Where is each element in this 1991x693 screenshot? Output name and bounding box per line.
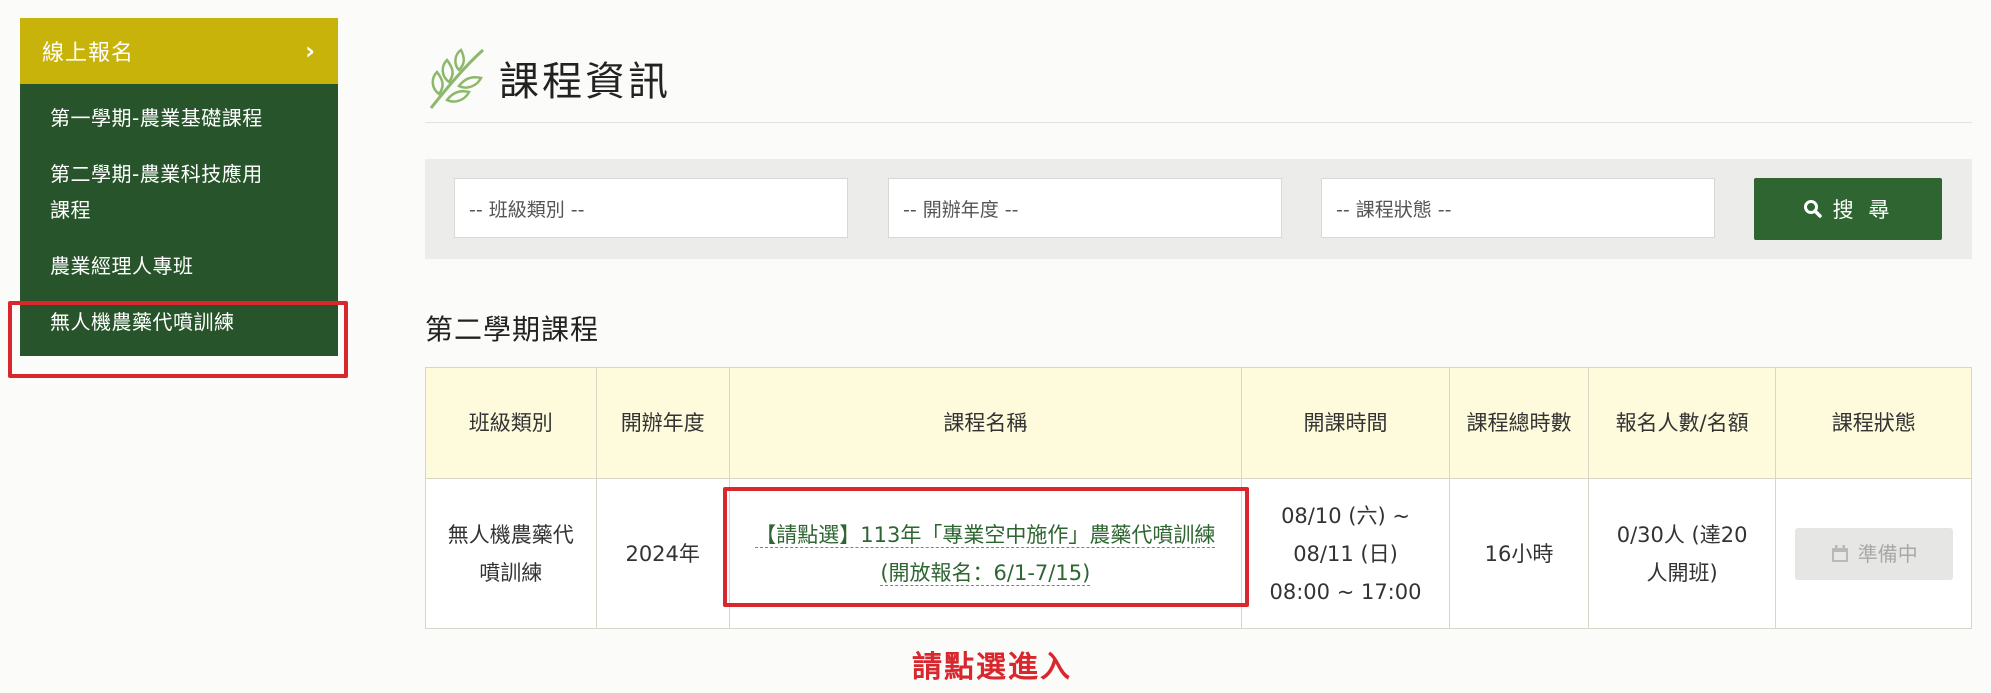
- sidebar-item-label: 第二學期-農業科技應用課程: [50, 162, 263, 222]
- enrollment-cell: 0/30人 (達20人開班): [1587, 478, 1777, 629]
- status-select[interactable]: -- 課程狀態 --: [1321, 178, 1715, 238]
- time-hours: 08:00 ~ 17:00: [1269, 579, 1422, 604]
- column-header: 課程名稱: [728, 367, 1242, 479]
- class-type-cell: 無人機農藥代噴訓練: [425, 478, 597, 629]
- class-type-select[interactable]: -- 班級類別 --: [454, 178, 848, 238]
- table-header-row: 班級類別 開辦年度 課程名稱 開課時間 課程總時數 報名人數/名額 課程狀態: [425, 367, 1972, 479]
- total-hours-cell: 16小時: [1449, 478, 1589, 629]
- course-highlight-box: [723, 487, 1249, 607]
- chevron-right-icon: ›: [305, 37, 316, 65]
- column-header: 開辦年度: [595, 367, 730, 479]
- column-header: 報名人數/名額: [1587, 367, 1777, 479]
- status-badge: 準備中: [1794, 527, 1953, 580]
- page-title: 課程資訊: [499, 59, 671, 105]
- year-select[interactable]: -- 開辦年度 --: [888, 178, 1282, 238]
- column-header: 開課時間: [1240, 367, 1451, 479]
- course-time-cell: 08/10 (六) ~ 08/11 (日) 08:00 ~ 17:00: [1240, 478, 1451, 629]
- section-title: 第二學期課程: [425, 313, 600, 346]
- time-end: 08/11 (日): [1293, 541, 1398, 566]
- sidebar-item-label: 農業經理人專班: [50, 254, 194, 278]
- search-button[interactable]: 搜 尋: [1754, 178, 1942, 240]
- sidebar-header-online-registration[interactable]: 線上報名 ›: [20, 18, 338, 84]
- column-header: 班級類別: [425, 367, 597, 479]
- year-select-value: -- 開辦年度 --: [903, 198, 1019, 221]
- column-header: 課程總時數: [1449, 367, 1589, 479]
- search-button-label: 搜 尋: [1832, 198, 1894, 222]
- sidebar-item-label: 第一學期-農業基礎課程: [50, 106, 263, 130]
- sidebar-item-semester-1[interactable]: 第一學期-農業基礎課程: [20, 84, 338, 146]
- sidebar-item-manager-class[interactable]: 農業經理人專班: [20, 238, 338, 294]
- time-start: 08/10 (六) ~: [1281, 503, 1410, 528]
- search-icon: [1803, 200, 1822, 218]
- year-cell: 2024年: [595, 478, 730, 629]
- status-label: 準備中: [1857, 541, 1918, 566]
- filter-bar: -- 班級類別 -- -- 開辦年度 -- -- 課程狀態 -- 搜 尋: [425, 159, 1972, 259]
- sidebar-item-semester-2[interactable]: 第二學期-農業科技應用課程: [20, 146, 310, 238]
- page-header: 課程資訊: [425, 44, 671, 112]
- status-select-value: -- 課程狀態 --: [1336, 198, 1452, 221]
- calendar-icon: [1831, 544, 1848, 562]
- column-header: 課程狀態: [1775, 367, 1972, 479]
- leaf-icon: [429, 48, 484, 109]
- class-type-select-value: -- 班級類別 --: [469, 198, 585, 221]
- sidebar-highlight-box: [8, 301, 348, 378]
- status-cell: 準備中: [1775, 478, 1972, 629]
- sidebar-header-label: 線上報名: [42, 41, 135, 66]
- title-divider: [425, 122, 1972, 123]
- click-instruction-note: 請點選進入: [912, 650, 1072, 685]
